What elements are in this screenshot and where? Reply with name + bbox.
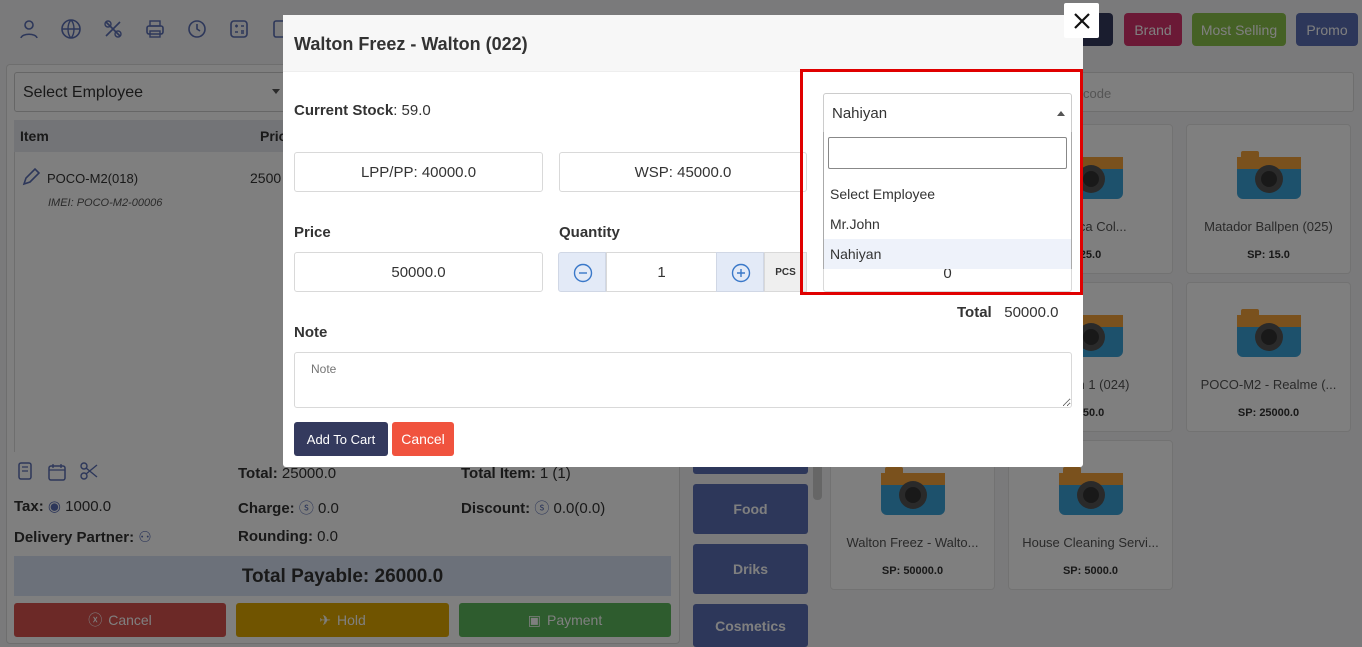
price-label: Price xyxy=(294,224,331,241)
highlight-box xyxy=(800,69,1083,295)
modal-title: Walton Freez - Walton (022) xyxy=(294,34,528,54)
current-stock-label: Current Stock xyxy=(294,102,394,119)
quantity-label: Quantity xyxy=(559,224,620,241)
note-textarea[interactable] xyxy=(294,352,1072,408)
add-to-cart-button[interactable]: Add To Cart xyxy=(294,422,388,456)
cancel-button[interactable]: Cancel xyxy=(392,422,454,456)
close-icon xyxy=(1073,12,1090,29)
plus-circle-icon xyxy=(731,263,751,283)
modal-total-value: 50000.0 xyxy=(1004,304,1059,321)
note-label: Note xyxy=(294,324,328,341)
price-input[interactable]: 50000.0 xyxy=(294,252,543,292)
modal-header: Walton Freez - Walton (022) xyxy=(283,15,1083,72)
quantity-input[interactable]: 1 xyxy=(606,252,717,292)
current-stock: Current Stock: 59.0 xyxy=(294,102,431,119)
modal-total-label: Total xyxy=(957,304,992,321)
wsp-field: WSP: 45000.0 xyxy=(559,152,807,192)
lpp-field: LPP/PP: 40000.0 xyxy=(294,152,543,192)
current-stock-value: : 59.0 xyxy=(393,102,431,119)
close-modal-button[interactable] xyxy=(1064,3,1099,38)
modal-total: Total 50000.0 xyxy=(957,304,1058,321)
decrement-button[interactable] xyxy=(558,252,606,292)
increment-button[interactable] xyxy=(716,252,764,292)
minus-circle-icon xyxy=(573,263,593,283)
